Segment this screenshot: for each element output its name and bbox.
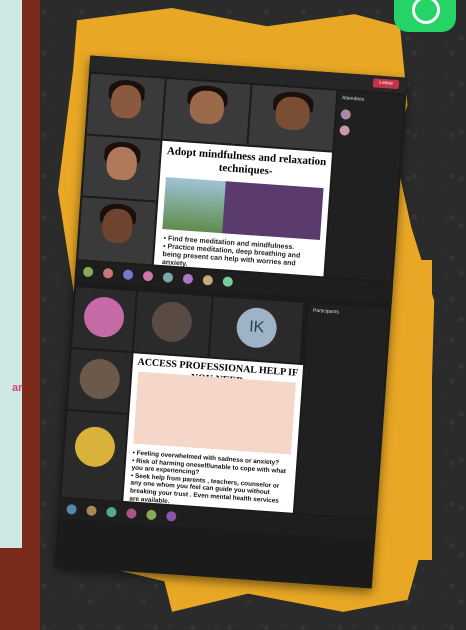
left-card: ar	[0, 0, 22, 548]
avatar	[150, 300, 194, 344]
avatar	[340, 109, 352, 120]
avatar: IK	[235, 306, 279, 350]
avatar[interactable]	[106, 506, 117, 518]
leave-button[interactable]: Leave	[372, 78, 400, 90]
panel-title: Attendees	[341, 95, 365, 103]
avatar[interactable]	[146, 509, 157, 521]
avatar	[339, 125, 350, 136]
participants-panel: Participants	[294, 303, 390, 519]
avatar	[73, 425, 117, 469]
avatar[interactable]	[162, 272, 174, 283]
video-tile[interactable]	[162, 78, 251, 145]
left-pink-text: ar	[12, 382, 23, 394]
avatar	[78, 357, 122, 401]
avatar	[82, 295, 126, 339]
avatar[interactable]	[165, 510, 177, 522]
screenshot-collage: Leave Adopt mindfulness and relaxation t…	[54, 55, 408, 589]
video-tile[interactable]	[248, 84, 337, 151]
video-tile[interactable]	[78, 197, 157, 265]
avatar[interactable]	[142, 270, 154, 282]
video-tile[interactable]	[67, 348, 132, 413]
video-tile[interactable]	[133, 291, 212, 357]
slide-bullets: • Feeling overwhelmed with sadness or an…	[129, 449, 290, 513]
avatar[interactable]	[202, 274, 214, 286]
meditation-photo	[222, 181, 324, 241]
video-tile[interactable]: IK	[209, 296, 304, 363]
attendees-panel: Attendees	[325, 90, 405, 282]
professional-help-slide: ACCESS PROFESSIONAL HELP IF YOU NEED • F…	[123, 353, 304, 513]
avatar[interactable]	[222, 276, 234, 288]
avatar[interactable]	[82, 266, 94, 278]
video-tile[interactable]	[61, 410, 128, 501]
avatar[interactable]	[86, 505, 97, 517]
avatar[interactable]	[126, 508, 137, 519]
avatar[interactable]	[182, 273, 194, 285]
illustration	[133, 371, 296, 455]
video-tile[interactable]	[71, 287, 136, 352]
avatar[interactable]	[102, 267, 114, 279]
avatar[interactable]	[66, 503, 77, 515]
video-tile[interactable]	[86, 73, 165, 139]
avatar[interactable]	[122, 269, 134, 281]
video-tile[interactable]	[82, 135, 161, 201]
whatsapp-icon[interactable]	[394, 0, 456, 32]
mindfulness-slide: Adopt mindfulness and relaxation techniq…	[153, 140, 333, 277]
panel-title: Participants	[312, 307, 340, 316]
